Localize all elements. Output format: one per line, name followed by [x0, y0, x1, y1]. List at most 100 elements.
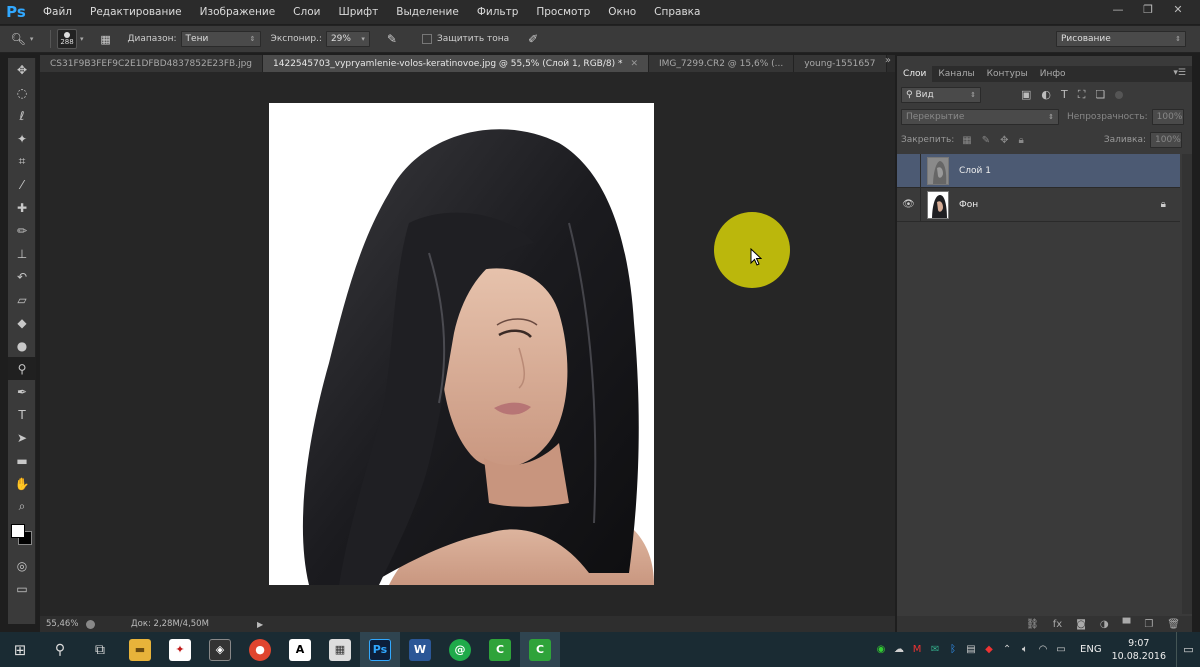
more-tabs-icon[interactable]: » [885, 55, 891, 66]
menu-edit[interactable]: Редактирование [81, 6, 191, 18]
taskbar-chrome[interactable]: ● [240, 632, 280, 667]
quick-mask-icon[interactable]: ◎ [8, 554, 36, 577]
cloud-icon[interactable]: ☁ [890, 632, 908, 667]
tab-document-3[interactable]: IMG_7299.CR2 @ 15,6% (... [649, 55, 795, 72]
menu-file[interactable]: Файл [34, 6, 81, 18]
eye-icon[interactable]: 👁︎ [897, 187, 921, 222]
lock-position-icon[interactable]: ✥ [1000, 135, 1008, 146]
image-filter-icon[interactable]: ▣ [1021, 88, 1031, 102]
pen-tool-icon[interactable]: ✒ [8, 380, 36, 403]
brush-panel-toggle[interactable]: ▦ [94, 29, 118, 49]
new-layer-icon[interactable]: ❐ [1144, 619, 1153, 630]
filter-kind-select[interactable]: ⚲ Вид ⇕ [901, 87, 981, 103]
document-image[interactable] [269, 103, 654, 585]
menu-view[interactable]: Просмотр [527, 6, 599, 18]
language-indicator[interactable]: ENG [1080, 644, 1102, 655]
tab-paths[interactable]: Контуры [981, 66, 1034, 82]
canvas-area[interactable] [40, 72, 895, 616]
start-button[interactable]: ⊞ [0, 632, 40, 667]
mail-icon[interactable]: M [908, 632, 926, 667]
clock[interactable]: 9:07 10.08.2016 [1112, 637, 1166, 663]
marquee-tool-icon[interactable]: ◌ [8, 81, 36, 104]
menu-filter[interactable]: Фильтр [468, 6, 528, 18]
pressure-toggle[interactable]: ✐ [521, 29, 545, 49]
layer-name[interactable]: Фон [959, 200, 978, 210]
filter-toggle-icon[interactable] [1115, 91, 1124, 99]
volume-icon[interactable]: 🔈︎ [1016, 632, 1034, 667]
smart-object-filter-icon[interactable]: ❏ [1095, 88, 1105, 102]
play-arrow-icon[interactable]: ▶ [257, 620, 263, 629]
paint-bucket-tool-icon[interactable]: ◆ [8, 311, 36, 334]
tray-app-icon[interactable]: ✉ [926, 632, 944, 667]
range-select[interactable]: Тени ⇕ [180, 31, 261, 47]
new-group-icon[interactable]: ▀ [1123, 619, 1131, 630]
menu-type[interactable]: Шрифт [329, 6, 387, 18]
tray-red-icon[interactable]: ◆ [980, 632, 998, 667]
close-icon[interactable]: ✕ [1170, 3, 1186, 17]
close-icon[interactable]: ✕ [630, 59, 638, 69]
tray-green-icon[interactable]: ◉ [872, 632, 890, 667]
move-tool-icon[interactable]: ✥ [8, 58, 36, 81]
minimize-icon[interactable]: — [1110, 3, 1126, 17]
battery-icon[interactable]: ▭ [1052, 632, 1070, 667]
taskbar-calculator[interactable]: ▦ [320, 632, 360, 667]
lock-pixels-icon[interactable]: ✎ [982, 135, 990, 146]
layer-row-background[interactable]: 👁︎ Фон 🔒︎ [897, 187, 1180, 222]
tab-channels[interactable]: Каналы [932, 66, 980, 82]
taskbar-explorer[interactable]: ▬ [120, 632, 160, 667]
type-filter-icon[interactable]: T [1061, 88, 1068, 102]
taskbar-word[interactable]: W [400, 632, 440, 667]
menu-window[interactable]: Окно [599, 6, 645, 18]
brush-tool-icon[interactable]: ✏ [8, 219, 36, 242]
tab-info[interactable]: Инфо [1034, 66, 1072, 82]
info-icon[interactable] [86, 619, 95, 629]
taskbar-font-app[interactable]: A [280, 632, 320, 667]
lock-transparent-icon[interactable]: ▦ [962, 135, 971, 146]
menu-image[interactable]: Изображение [191, 6, 285, 18]
layer-name[interactable]: Слой 1 [959, 166, 991, 176]
link-layers-icon[interactable]: ⛓ [1026, 619, 1039, 630]
zoom-level[interactable]: 55,46% [46, 619, 80, 629]
lasso-tool-icon[interactable]: ℓ [8, 104, 36, 127]
exposure-input[interactable]: 29% ▾ [325, 31, 370, 47]
layer-row-layer-1[interactable]: Слой 1 [897, 153, 1180, 188]
taskbar-app-red[interactable]: ✦ [160, 632, 200, 667]
workspace-select[interactable]: Рисование ⇕ [1056, 31, 1186, 47]
taskbar-camtasia-1[interactable]: C [480, 632, 520, 667]
foreground-color-swatch[interactable] [11, 524, 25, 538]
menu-layers[interactable]: Слои [284, 6, 329, 18]
eyedropper-tool-icon[interactable]: ⁄ [8, 173, 36, 196]
tray-app-icon[interactable]: ▤ [962, 632, 980, 667]
opacity-input[interactable]: 100% [1151, 109, 1184, 125]
panel-menu-icon[interactable]: ▾☰ [1173, 68, 1186, 78]
blend-mode-select[interactable]: Перекрытие ⇕ [901, 109, 1059, 125]
magic-wand-tool-icon[interactable]: ✦ [8, 127, 36, 150]
taskbar-mail-agent[interactable]: @ [440, 632, 480, 667]
search-icon[interactable]: ⚲ [40, 632, 80, 667]
tab-layers[interactable]: Слои [897, 66, 933, 82]
photoshop-logo-icon[interactable]: Ps [4, 1, 28, 23]
layer-style-fx-icon[interactable]: fx [1053, 619, 1062, 630]
dodge-tool-icon[interactable]: ⚲ [8, 357, 36, 380]
bluetooth-icon[interactable]: ᛒ [944, 632, 962, 667]
add-mask-icon[interactable]: ◙ [1076, 619, 1086, 630]
visibility-toggle[interactable] [897, 153, 921, 188]
brush-size-picker[interactable]: 288 [57, 29, 77, 49]
type-tool-icon[interactable]: T [8, 403, 36, 426]
rectangle-tool-icon[interactable]: ▬ [8, 449, 36, 472]
eraser-tool-icon[interactable]: ▱ [8, 288, 36, 311]
tab-document-2[interactable]: 1422545703_vypryamlenie-volos-keratinovo… [263, 55, 650, 72]
tab-document-1[interactable]: CS31F9B3FEF9C2E1DFBD4837852E23FB.jpg [40, 55, 264, 72]
taskbar-camtasia-2[interactable]: C [520, 632, 560, 667]
lock-all-icon[interactable]: 🔒︎ [1019, 135, 1024, 146]
history-brush-tool-icon[interactable]: ↶ [8, 265, 36, 288]
hand-tool-icon[interactable]: ✋ [8, 472, 36, 495]
zoom-tool-icon[interactable]: ⌕ [8, 495, 36, 518]
taskbar-app-dark[interactable]: ◈ [200, 632, 240, 667]
layers-scrollbar[interactable] [1182, 154, 1192, 614]
protect-tones-checkbox[interactable] [421, 34, 432, 44]
fill-input[interactable]: 100% [1150, 132, 1183, 148]
restore-icon[interactable]: ❐ [1140, 3, 1156, 17]
airbrush-toggle[interactable]: ✎ [380, 29, 404, 49]
menu-select[interactable]: Выделение [387, 6, 468, 18]
